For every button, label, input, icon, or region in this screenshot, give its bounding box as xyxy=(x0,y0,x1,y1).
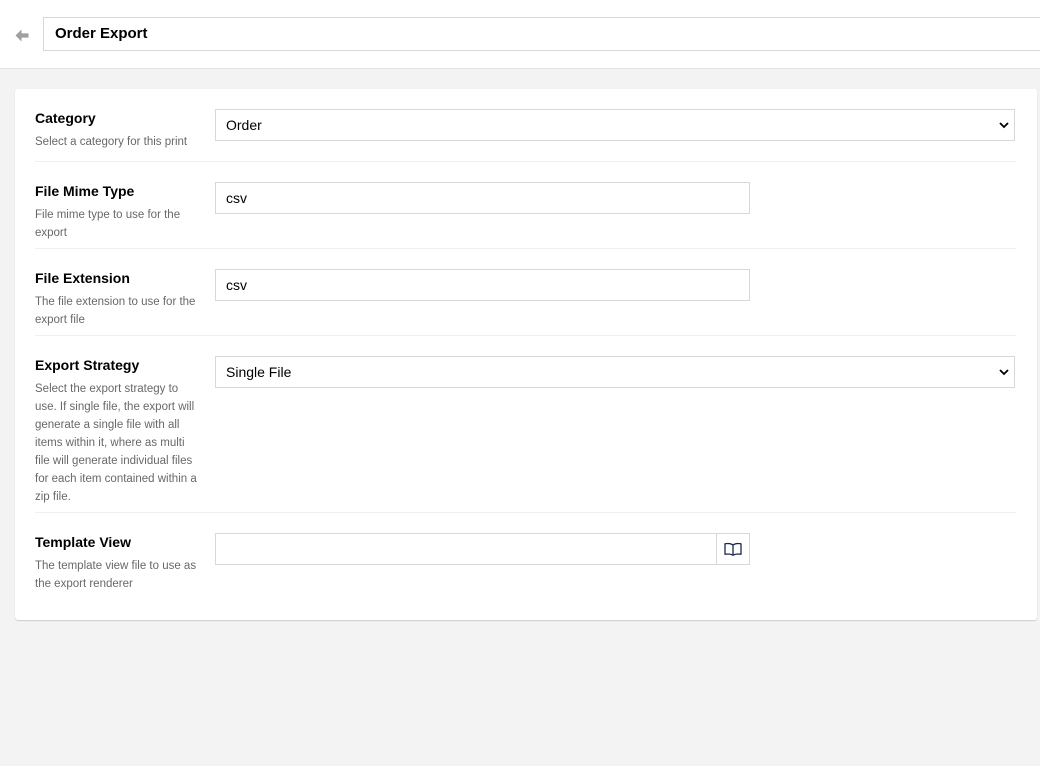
strategy-label: Export Strategy xyxy=(35,357,140,373)
chevron-down-icon xyxy=(999,369,1009,376)
mime-type-label: File Mime Type xyxy=(35,183,135,199)
template-view-label: Template View xyxy=(35,534,131,550)
book-icon xyxy=(724,542,742,556)
arrow-left-icon xyxy=(15,29,29,41)
mime-type-row: File Mime Type File mime type to use for… xyxy=(35,182,1016,249)
template-view-description: The template view file to use as the exp… xyxy=(35,560,197,590)
strategy-row: Export Strategy Select the export strate… xyxy=(35,356,1016,513)
extension-description: The file extension to use for the export… xyxy=(35,296,196,326)
template-view-row: Template View The template view file to … xyxy=(35,533,1016,600)
extension-row: File Extension The file extension to use… xyxy=(35,269,1016,336)
mime-type-input[interactable]: csv xyxy=(215,182,750,214)
strategy-select[interactable]: Single File xyxy=(215,356,1015,388)
document-title-input[interactable]: Order Export xyxy=(43,17,1040,51)
chevron-down-icon xyxy=(999,122,1009,129)
settings-panel: Category Select a category for this prin… xyxy=(15,89,1037,620)
category-row: Category Select a category for this prin… xyxy=(35,109,1016,162)
extension-input[interactable]: csv xyxy=(215,269,750,301)
template-view-picker-button[interactable] xyxy=(716,533,750,565)
back-button[interactable] xyxy=(12,26,32,44)
strategy-select-value: Single File xyxy=(226,364,292,380)
extension-label: File Extension xyxy=(35,270,130,286)
strategy-description: Select the export strategy to use. If si… xyxy=(35,383,197,503)
category-description: Select a category for this print xyxy=(35,136,188,148)
mime-type-description: File mime type to use for the export xyxy=(35,209,181,239)
template-view-input[interactable] xyxy=(215,533,750,565)
category-label: Category xyxy=(35,110,96,126)
top-bar: Order Export xyxy=(0,0,1040,69)
category-select-value: Order xyxy=(226,117,262,133)
category-select[interactable]: Order xyxy=(215,109,1015,141)
